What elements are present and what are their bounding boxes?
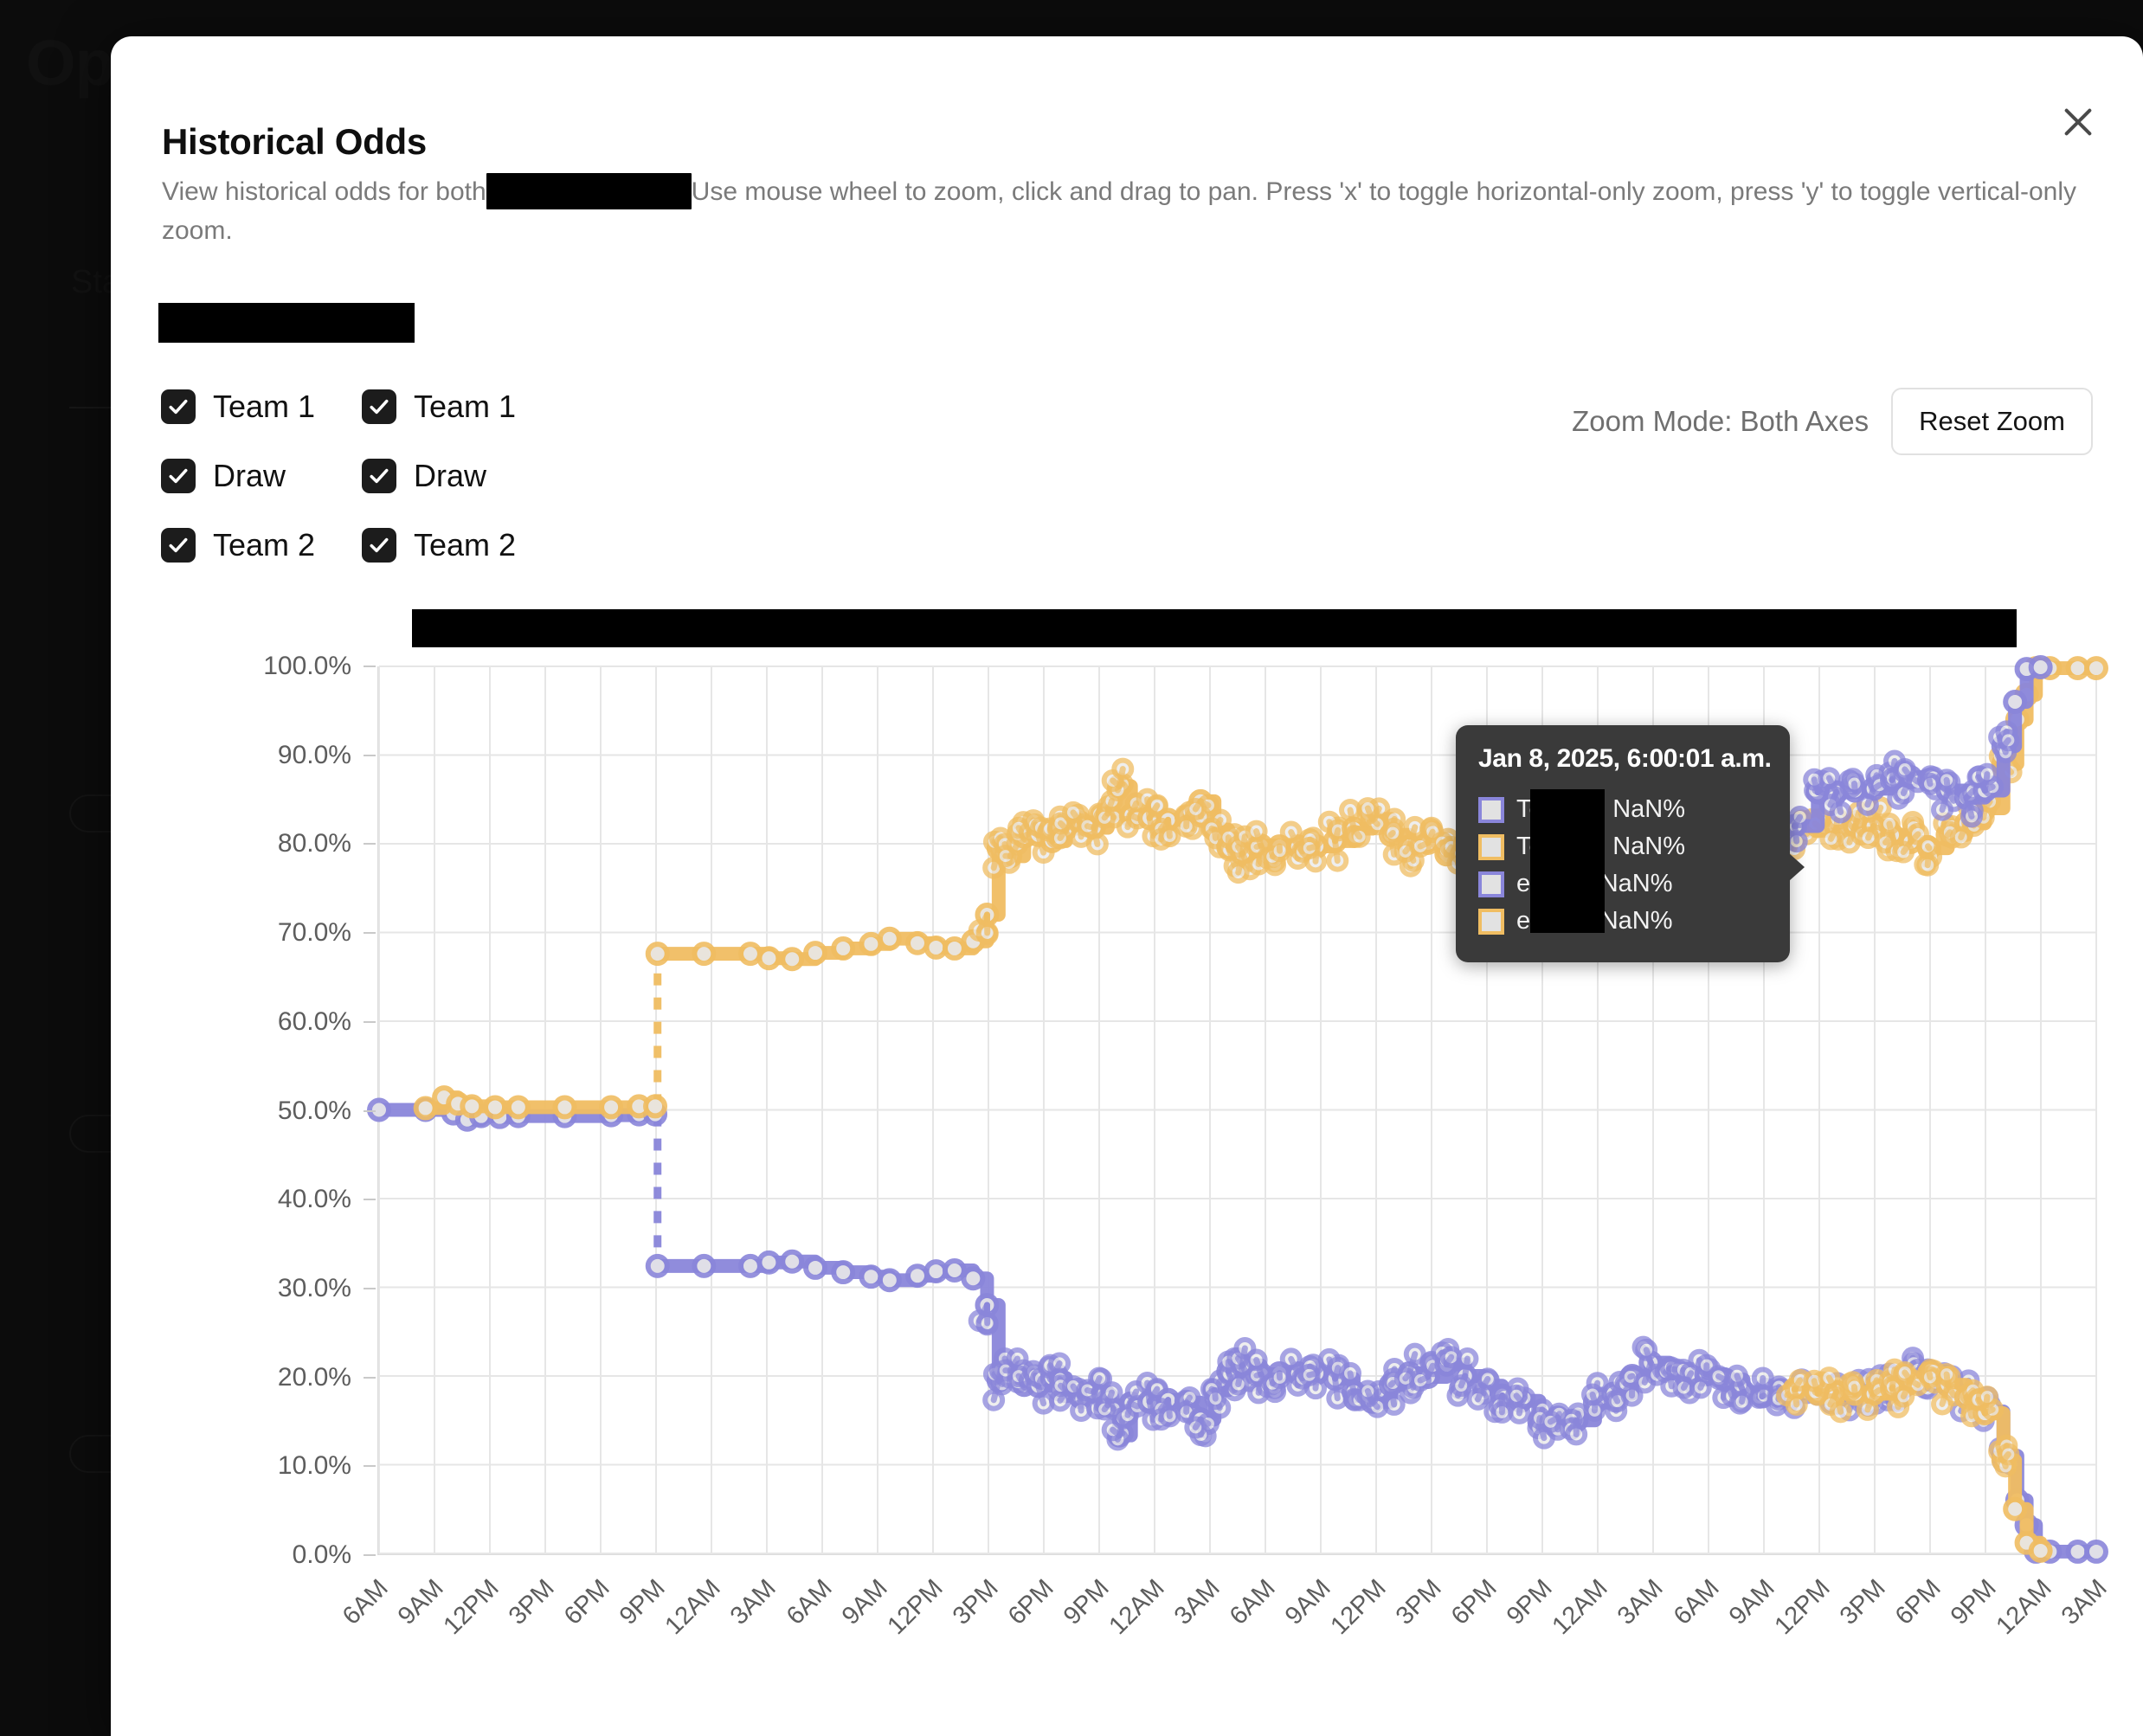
close-icon [2064, 108, 2092, 136]
check-icon [169, 399, 188, 415]
series-swatch-purple [1478, 871, 1504, 897]
checkbox-left-draw[interactable]: Draw [161, 458, 362, 494]
y-axis-tick-mark [364, 1199, 376, 1201]
checkbox-label: Team 1 [213, 389, 316, 424]
series-swatch-orange [1478, 833, 1504, 860]
series-toggle-grid: Team 1 Team 1 Draw Draw Team 2 Team 2 [161, 372, 516, 580]
checkbox-box[interactable] [161, 389, 196, 424]
chart-tooltip: Jan 8, 2025, 6:00:01 a.m. Team 1: NaN% T… [1456, 725, 1805, 962]
checkbox-box[interactable] [362, 528, 396, 563]
redacted-match-name [486, 173, 692, 209]
x-axis-tick-label: 12AM [1104, 1574, 1170, 1641]
checkbox-label: Draw [414, 458, 487, 493]
x-axis-tick-label: 6PM [1002, 1574, 1059, 1630]
y-axis-tick-mark [364, 1376, 376, 1379]
x-axis-tick-label: 3PM [947, 1574, 1004, 1630]
close-button[interactable] [2058, 102, 2098, 142]
checkbox-box[interactable] [362, 459, 396, 493]
check-icon [370, 537, 389, 553]
x-axis-tick-label: 12PM [882, 1574, 949, 1641]
check-icon [370, 468, 389, 484]
series-swatch-purple [1478, 796, 1504, 823]
y-axis-tick-mark [364, 754, 376, 756]
check-icon [169, 468, 188, 484]
x-axis-tick-label: 6AM [781, 1574, 838, 1630]
checkbox-right-team1[interactable]: Team 1 [362, 389, 516, 425]
checkbox-box[interactable] [161, 528, 196, 563]
x-axis-tick-label: 6AM [1668, 1574, 1725, 1630]
x-axis-tick-label: 3AM [1168, 1574, 1226, 1630]
x-axis-tick-label: 12PM [438, 1574, 505, 1641]
y-axis-tick-mark [364, 932, 376, 935]
x-axis-tick-label: 3AM [2056, 1574, 2113, 1630]
zoom-controls: Zoom Mode: Both Axes Reset Zoom [1572, 388, 2093, 455]
y-axis-tick-mark [364, 1465, 376, 1468]
x-axis-tick-label: 12AM [1547, 1574, 1614, 1641]
checkbox-label: Draw [213, 458, 286, 493]
x-axis-tick-label: 12AM [1991, 1574, 2057, 1641]
y-axis-tick-mark [364, 1287, 376, 1289]
x-axis-tick-label: 6PM [559, 1574, 615, 1630]
y-axis-tick-label: 90.0% [277, 740, 351, 769]
plot-canvas [367, 655, 2108, 1564]
y-axis-tick-mark [364, 1554, 376, 1556]
tooltip-row: eam 2: NaN% [1478, 903, 1767, 940]
x-axis-tick-label: 12AM [660, 1574, 727, 1641]
tooltip-row: Team 2: NaN% [1478, 828, 1767, 865]
y-axis-tick-label: 40.0% [277, 1185, 351, 1214]
modal-description: View historical odds for both Use mouse w… [162, 173, 2092, 250]
x-axis-tick-label: 3AM [1612, 1574, 1670, 1630]
check-icon [169, 537, 188, 553]
tooltip-row: eam 1: NaN% [1478, 865, 1767, 903]
y-axis-tick-mark [364, 1109, 376, 1112]
y-axis-tick-label: 30.0% [277, 1273, 351, 1302]
tooltip-row: Team 1: NaN% [1478, 791, 1767, 828]
checkbox-label: Team 2 [213, 527, 316, 563]
checkbox-label: Team 1 [414, 389, 517, 424]
check-icon [370, 399, 389, 415]
y-axis-tick-label: 0.0% [292, 1540, 351, 1569]
tooltip-arrow [1789, 853, 1805, 881]
checkbox-box[interactable] [161, 459, 196, 493]
redacted-chart-title [412, 609, 2017, 647]
series-swatch-orange [1478, 908, 1504, 935]
y-axis-tick-label: 70.0% [277, 918, 351, 948]
y-axis-tick-mark [364, 665, 376, 667]
zoom-mode-label: Zoom Mode: Both Axes [1572, 405, 1869, 437]
reset-zoom-button[interactable]: Reset Zoom [1891, 388, 2093, 455]
tooltip-timestamp: Jan 8, 2025, 6:00:01 a.m. [1478, 744, 1772, 773]
checkbox-label: Team 2 [414, 527, 517, 563]
redacted-market-selector[interactable] [158, 303, 415, 343]
x-axis-tick-label: 6AM [1224, 1574, 1281, 1630]
y-axis-tick-label: 100.0% [263, 652, 351, 680]
redacted-tooltip-labels [1530, 789, 1605, 933]
x-axis-tick-label: 3PM [504, 1574, 560, 1630]
x-axis-tick-label: 6PM [1889, 1574, 1947, 1630]
y-axis-tick-label: 80.0% [277, 829, 351, 858]
checkbox-left-team1[interactable]: Team 1 [161, 389, 362, 425]
y-axis-tick-mark [364, 843, 376, 845]
x-axis-tick-label: 3PM [1391, 1574, 1447, 1630]
y-axis-tick-label: 50.0% [277, 1096, 351, 1125]
page-title: Historical Odds [162, 121, 427, 162]
x-axis-tick-label: 3PM [1834, 1574, 1891, 1630]
checkbox-left-team2[interactable]: Team 2 [161, 527, 362, 563]
y-axis-tick-label: 20.0% [277, 1362, 351, 1392]
description-text-before: View historical odds for both [162, 177, 486, 206]
y-axis-tick-label: 10.0% [277, 1451, 351, 1481]
x-axis-tick-label: 12PM [1325, 1574, 1392, 1641]
checkbox-right-draw[interactable]: Draw [362, 458, 516, 494]
historical-odds-modal: Historical Odds View historical odds for… [111, 36, 2143, 1736]
checkbox-box[interactable] [362, 389, 396, 424]
y-axis-tick-mark [364, 1020, 376, 1023]
y-axis-tick-label: 60.0% [277, 1006, 351, 1036]
x-axis-tick-label: 6PM [1446, 1574, 1503, 1630]
historical-odds-chart[interactable]: 0.0% 10.0% 20.0% 30.0% 40.0% 50.0% 60.0% 70.0% 8… [161, 582, 2113, 1681]
x-axis-tick-label: 3AM [725, 1574, 782, 1630]
plot-area[interactable] [367, 655, 2108, 1564]
checkbox-right-team2[interactable]: Team 2 [362, 527, 516, 563]
x-axis-tick-label: 12PM [1769, 1574, 1836, 1641]
x-axis-tick-label: 6AM [337, 1574, 394, 1630]
